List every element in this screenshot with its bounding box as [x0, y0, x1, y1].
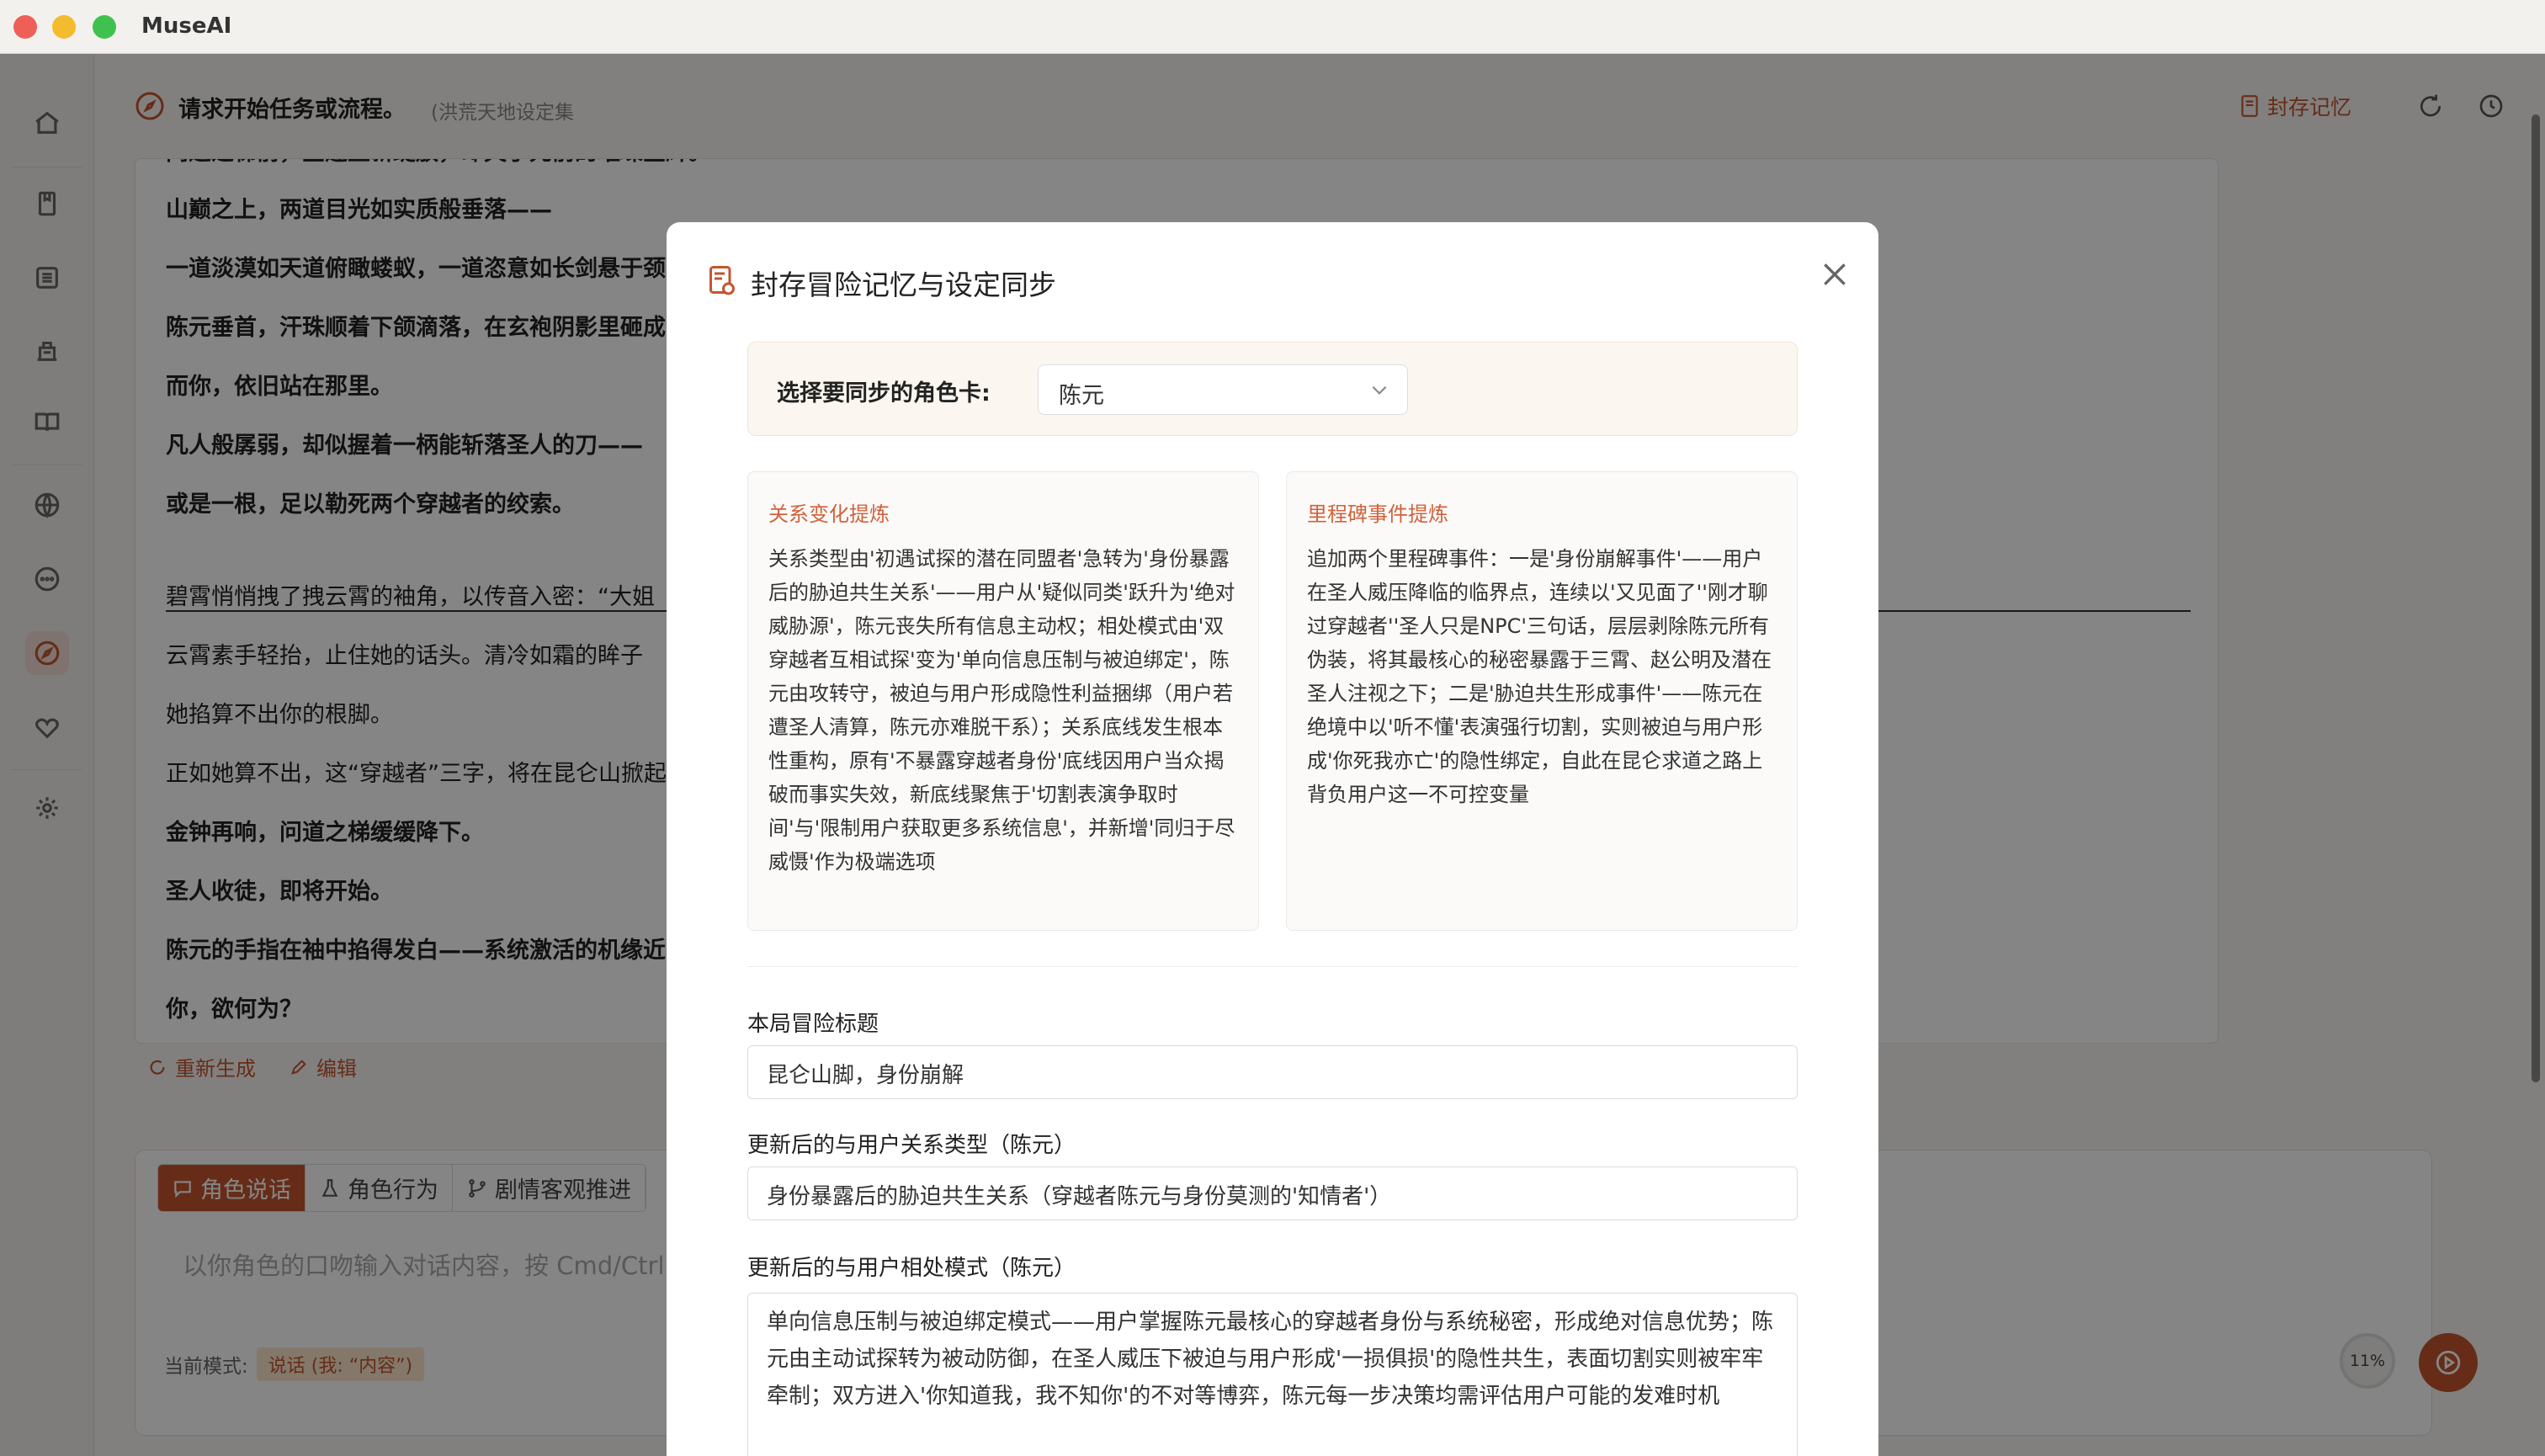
character-select-label: 选择要同步的角色卡: [777, 380, 991, 407]
interaction-mode-label: 更新后的与用户相处模式（陈元） [747, 1256, 1076, 1281]
milestone-card: 里程碑事件提炼 追加两个里程碑事件：一是'身份崩解事件'——用户在圣人威压降临的… [1286, 471, 1798, 931]
section-divider [747, 966, 1798, 967]
close-icon[interactable] [1818, 258, 1852, 291]
close-window-button[interactable] [13, 15, 37, 39]
relation-change-body: 关系类型由'初遇试探的潜在同盟者'急转为'身份暴露后的胁迫共生关系'——用户从'… [768, 547, 1235, 874]
character-select-value: 陈元 [1059, 383, 1104, 409]
chevron-down-icon [1372, 385, 1387, 395]
adventure-title-label: 本局冒险标题 [747, 1012, 879, 1037]
window-titlebar: MuseAI [0, 0, 2545, 54]
adventure-title-input[interactable]: 昆仑山脚，身份崩解 [747, 1045, 1798, 1099]
relation-change-card: 关系变化提炼 关系类型由'初遇试探的潜在同盟者'急转为'身份暴露后的胁迫共生关系… [747, 471, 1259, 931]
character-select[interactable]: 陈元 [1038, 364, 1408, 415]
document-seal-icon [709, 266, 735, 295]
dialog-title: 封存冒险记忆与设定同步 [751, 268, 1056, 301]
character-select-panel: 选择要同步的角色卡: 陈元 [747, 342, 1798, 436]
seal-memory-dialog: 封存冒险记忆与设定同步 选择要同步的角色卡: 陈元 关系变化提炼 关系类型由'初… [667, 222, 1878, 1456]
milestone-body: 追加两个里程碑事件：一是'身份崩解事件'——用户在圣人威压降临的临界点，连续以'… [1307, 547, 1772, 806]
relation-type-input[interactable]: 身份暴露后的胁迫共生关系（穿越者陈元与身份莫测的'知情者'） [747, 1166, 1798, 1220]
maximize-window-button[interactable] [93, 15, 116, 39]
minimize-window-button[interactable] [52, 15, 76, 39]
relation-type-label: 更新后的与用户关系类型（陈元） [747, 1133, 1076, 1158]
interaction-mode-textarea[interactable]: 单向信息压制与被迫绑定模式——用户掌握陈元最核心的穿越者身份与系统秘密，形成绝对… [747, 1293, 1798, 1456]
milestone-title: 里程碑事件提炼 [1307, 502, 1448, 526]
relation-change-title: 关系变化提炼 [768, 502, 890, 526]
app-title: MuseAI [141, 13, 232, 39]
